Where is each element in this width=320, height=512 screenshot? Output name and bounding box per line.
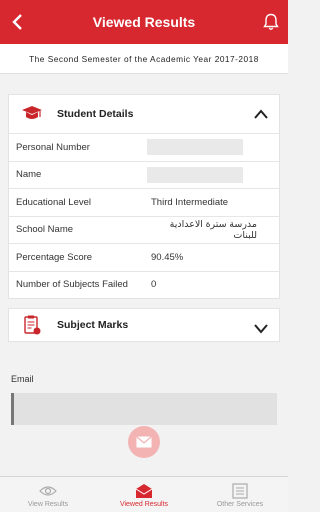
- graduation-cap-icon: [21, 103, 43, 125]
- detail-row-percentage-score: Percentage Score 90.45%: [9, 243, 279, 271]
- student-details-card: Student Details Personal Number Name Edu…: [8, 94, 280, 299]
- detail-row-personal-number: Personal Number: [9, 133, 279, 161]
- open-envelope-icon: [134, 483, 154, 499]
- chevron-down-icon[interactable]: [253, 321, 269, 335]
- detail-value-redacted: [147, 139, 243, 156]
- detail-row-educational-level: Educational Level Third Intermediate: [9, 188, 279, 216]
- notifications-button[interactable]: [260, 10, 282, 34]
- detail-label: School Name: [16, 224, 74, 236]
- detail-row-name: Name: [9, 160, 279, 189]
- detail-value: Third Intermediate: [151, 196, 229, 208]
- detail-label: Educational Level: [16, 196, 91, 208]
- detail-label: Personal Number: [16, 141, 90, 153]
- page-title: Viewed Results: [92, 14, 196, 30]
- chevron-left-icon: [12, 14, 22, 30]
- bottom-tab-bar: View Results Viewed Results Other Servic…: [0, 476, 288, 512]
- detail-row-subjects-failed: Number of Subjects Failed 0: [9, 270, 279, 299]
- tab-label: Other Services: [216, 501, 264, 508]
- tab-view-results[interactable]: View Results: [0, 477, 96, 512]
- chevron-up-icon[interactable]: [253, 107, 269, 121]
- detail-value: مدرسة سترة الاعدادية للبنات: [169, 218, 257, 241]
- eye-icon: [38, 483, 58, 499]
- tab-other-services[interactable]: Other Services: [192, 477, 288, 512]
- subject-marks-title: Subject Marks: [57, 319, 129, 331]
- clipboard-icon: [21, 314, 43, 336]
- tab-viewed-results[interactable]: Viewed Results: [96, 477, 192, 512]
- detail-label: Name: [16, 169, 42, 181]
- student-details-header[interactable]: Student Details: [9, 95, 279, 133]
- back-button[interactable]: [6, 10, 28, 34]
- detail-value-redacted: [147, 166, 243, 183]
- app-header: Viewed Results: [0, 0, 288, 44]
- email-field[interactable]: [11, 393, 277, 425]
- detail-value: 0: [151, 279, 157, 291]
- subject-marks-header[interactable]: Subject Marks: [9, 309, 279, 341]
- detail-label: Percentage Score: [16, 251, 93, 263]
- list-icon: [230, 483, 250, 499]
- detail-row-school-name: School Name مدرسة سترة الاعدادية للبنات: [9, 215, 279, 244]
- subject-marks-card[interactable]: Subject Marks: [8, 308, 280, 342]
- semester-banner: The Second Semester of the Academic Year…: [0, 44, 288, 74]
- tab-label: Viewed Results: [119, 501, 169, 508]
- email-label: Email: [11, 374, 34, 384]
- student-details-title: Student Details: [57, 108, 134, 120]
- bell-icon: [263, 13, 279, 30]
- tab-label: View Results: [27, 501, 69, 508]
- send-email-button[interactable]: [128, 426, 160, 458]
- envelope-icon: [136, 436, 152, 448]
- detail-value: 90.45%: [151, 251, 184, 263]
- detail-label: Number of Subjects Failed: [16, 279, 128, 291]
